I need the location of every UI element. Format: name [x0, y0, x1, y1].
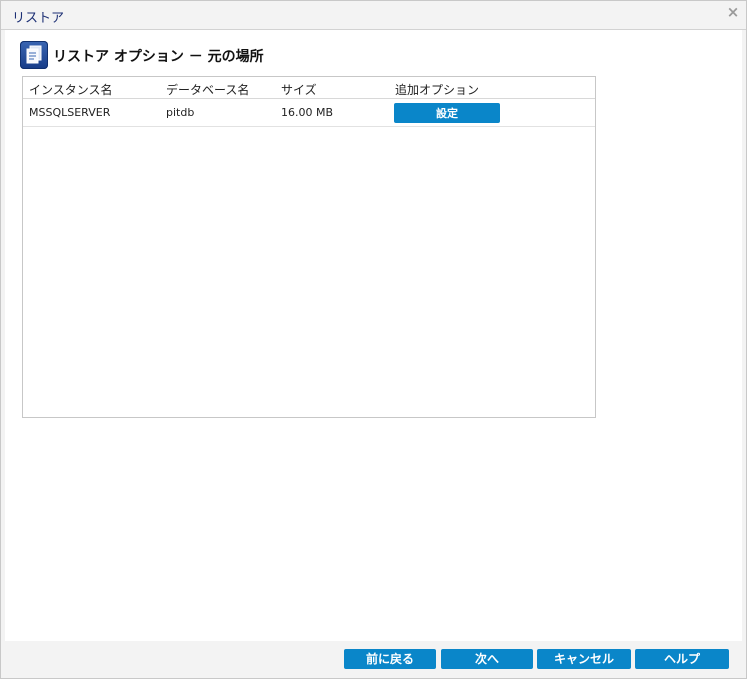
section-title: リストア オプション － 元の場所 [53, 49, 264, 65]
column-header-instance[interactable]: インスタンス名 [29, 81, 113, 98]
next-button[interactable]: 次へ [441, 649, 533, 669]
document-stack-icon [20, 41, 48, 69]
database-grid: インスタンス名 データベース名 サイズ 追加オプション MSSQLSERVER … [22, 76, 596, 418]
column-header-database[interactable]: データベース名 [166, 81, 249, 98]
database-cell: pitdb [166, 106, 195, 119]
instance-cell: MSSQLSERVER [29, 106, 111, 119]
back-button[interactable]: 前に戻る [344, 649, 436, 669]
size-cell: 16.00 MB [281, 106, 334, 119]
dialog-content: リストア オプション － 元の場所 インスタンス名 データベース名 サイズ 追加… [5, 30, 742, 641]
dialog-titlebar: リストア × [1, 1, 746, 30]
close-icon[interactable]: × [726, 3, 740, 21]
column-header-size[interactable]: サイズ [281, 81, 317, 98]
column-header-options[interactable]: 追加オプション [395, 81, 479, 98]
grid-header: インスタンス名 データベース名 サイズ 追加オプション [23, 77, 595, 99]
help-button[interactable]: ヘルプ [635, 649, 729, 669]
settings-button[interactable]: 設定 [394, 103, 500, 123]
cancel-button[interactable]: キャンセル [537, 649, 631, 669]
table-row[interactable]: MSSQLSERVER pitdb 16.00 MB 設定 [23, 99, 595, 127]
dialog-title: リストア [12, 11, 65, 26]
restore-dialog: リストア × リストア オプション － 元の場所 インスタンス名 データベース名… [0, 0, 747, 679]
